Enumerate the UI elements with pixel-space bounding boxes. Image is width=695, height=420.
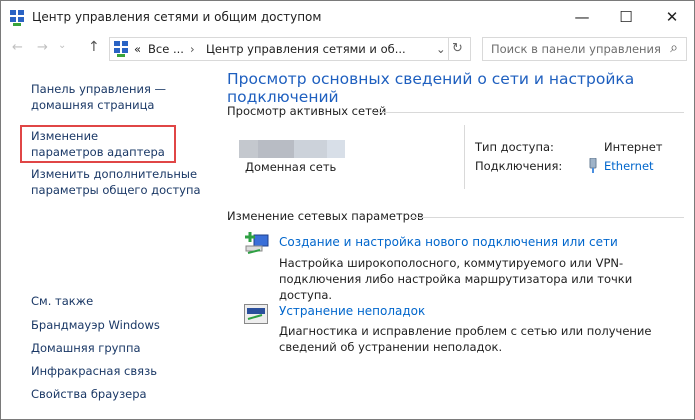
active-networks-heading: Просмотр активных сетей — [227, 104, 387, 118]
divider — [373, 112, 684, 113]
search-icon[interactable]: ⌕ — [670, 40, 678, 56]
forward-button[interactable]: → — [37, 40, 48, 55]
troubleshoot-icon — [244, 304, 268, 324]
address-dropdown[interactable]: ⌄ — [436, 42, 446, 56]
see-also-firewall[interactable]: Брандмауэр Windows — [31, 317, 216, 333]
troubleshoot-description: Диагностика и исправление проблем с сеть… — [279, 324, 652, 354]
window: Центр управления сетями и общим доступом… — [0, 0, 695, 420]
breadcrumb-separator[interactable]: › — [190, 42, 195, 56]
network-center-icon — [114, 41, 128, 57]
ethernet-icon — [589, 158, 597, 173]
see-also-infrared[interactable]: Инфракрасная связь — [31, 363, 216, 379]
search-placeholder: Поиск в панели управления — [491, 42, 661, 56]
back-button[interactable]: ← — [12, 40, 23, 55]
setup-new-connection-description: Настройка широкополосного, коммутируемог… — [279, 256, 633, 302]
network-type: Доменная сеть — [245, 160, 337, 174]
ethernet-link[interactable]: Ethernet — [604, 159, 654, 173]
sidebar-sharing-settings[interactable]: Изменить дополнительные параметры общего… — [31, 166, 206, 198]
access-type-value: Интернет — [604, 140, 663, 154]
search-input[interactable]: Поиск в панели управления ⌕ — [482, 37, 687, 61]
page-title: Просмотр основных сведений о сети и наст… — [227, 70, 635, 106]
setup-new-connection-link[interactable]: Создание и настройка нового подключения … — [279, 235, 618, 249]
divider — [448, 38, 449, 60]
breadcrumb-current[interactable]: Центр управления сетями и об... — [206, 42, 406, 56]
change-settings-heading: Изменение сетевых параметров — [227, 209, 424, 223]
minimize-button[interactable]: — — [567, 7, 597, 27]
see-also-browser[interactable]: Свойства браузера — [31, 386, 216, 402]
troubleshoot-link[interactable]: Устранение неполадок — [279, 304, 425, 318]
maximize-button[interactable]: ☐ — [611, 7, 641, 27]
divider — [464, 125, 465, 189]
sidebar-home-link[interactable]: Панель управления — домашняя страница — [31, 81, 181, 113]
connections-label: Подключения: — [475, 159, 563, 173]
new-connection-icon — [245, 232, 269, 254]
network-name-blurred — [239, 140, 345, 158]
breadcrumb-overflow[interactable]: « — [134, 42, 141, 56]
close-button[interactable]: ✕ — [657, 7, 687, 27]
network-center-icon — [10, 10, 24, 26]
sidebar-adapter-settings[interactable]: Изменение параметров адаптера — [31, 128, 171, 160]
refresh-button[interactable]: ↻ — [452, 41, 463, 56]
access-type-label: Тип доступа: — [475, 140, 554, 154]
address-bar[interactable]: « Все ... › Центр управления сетями и об… — [109, 37, 471, 61]
window-title: Центр управления сетями и общим доступом — [32, 10, 322, 24]
recent-locations-button[interactable]: ⌄ — [58, 40, 66, 51]
divider — [409, 217, 684, 218]
see-also-homegroup[interactable]: Домашняя группа — [31, 340, 216, 356]
see-also-heading: См. также — [31, 294, 94, 308]
breadcrumb-all[interactable]: Все ... — [148, 42, 184, 56]
up-button[interactable]: ↑ — [88, 39, 100, 55]
